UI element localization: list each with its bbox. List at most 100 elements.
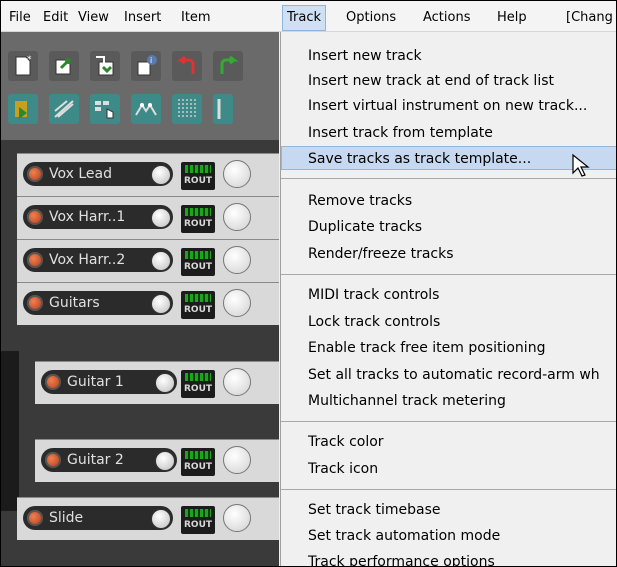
menu-auto-record-arm[interactable]: Set all tracks to automatic record-arm w… [308,365,600,385]
menu-free-item-positioning[interactable]: Enable track free item positioning [308,338,545,358]
track-slide[interactable]: Slide ROUT [17,497,279,540]
menu-track[interactable]: Track [282,5,327,31]
ripple-edit-button[interactable] [49,94,79,124]
menu-track-performance-options[interactable]: Track performance options [308,552,495,566]
record-arm-button[interactable] [27,209,43,225]
track-guitar-1[interactable]: Guitar 1 ROUT [35,361,279,404]
volume-knob[interactable] [151,294,171,314]
redo-button[interactable] [213,51,243,81]
menu-track-color[interactable]: Track color [308,432,384,452]
menu-midi-track-controls[interactable]: MIDI track controls [308,285,439,305]
volume-knob[interactable] [151,251,171,271]
route-button[interactable]: ROUT [181,448,215,476]
menu-multichannel-metering[interactable]: Multichannel track metering [308,391,506,411]
track-guitars[interactable]: Guitars ROUT [17,282,279,325]
menu-changes[interactable]: [Chang [566,8,613,28]
new-project-icon: * [15,55,32,76]
track-vox-harr-2[interactable]: Vox Harr..2 ROUT [17,239,279,282]
track-vox-lead[interactable]: Vox Lead ROUT [17,153,279,196]
record-arm-button[interactable] [27,252,43,268]
menu-separator [281,178,616,179]
volume-knob[interactable] [151,509,171,529]
menu-track-icon[interactable]: Track icon [308,459,378,479]
route-label: ROUT [183,219,213,229]
track-name: Slide [49,510,84,526]
track-name-pill: Slide [23,506,173,530]
pan-knob[interactable] [223,368,251,396]
menu-track-automation-mode[interactable]: Set track automation mode [308,526,500,546]
menu-save-track-template[interactable]: Save tracks as track template... [308,149,531,169]
envelope-lock-icon [95,101,114,119]
menu-view[interactable]: View [78,8,109,28]
track-name-pill: Vox Harr..2 [23,248,173,272]
grid-snap-button[interactable] [8,94,38,124]
record-arm-button[interactable] [27,295,43,311]
route-meter [185,509,211,517]
menu-file[interactable]: File [9,8,31,28]
menu-bar: File Edit View Insert Item Track Options… [1,1,616,32]
grid-button[interactable] [213,94,233,124]
pan-knob[interactable] [223,504,251,532]
record-arm-button[interactable] [45,452,61,468]
grid-snap-icon [15,101,27,119]
open-project-icon [55,58,71,75]
metronome-button[interactable] [172,94,202,124]
menu-edit[interactable]: Edit [43,8,68,28]
menu-render-freeze-tracks[interactable]: Render/freeze tracks [308,244,454,264]
pan-knob[interactable] [223,160,251,188]
track-name-pill: Guitar 1 [41,370,177,394]
project-info-button[interactable]: i [131,51,161,81]
menu-actions[interactable]: Actions [423,8,471,28]
route-button[interactable]: ROUT [181,291,215,319]
pan-knob[interactable] [223,246,251,274]
route-button[interactable]: ROUT [181,370,215,398]
track-vox-harr-1[interactable]: Vox Harr..1 ROUT [17,196,279,239]
record-arm-button[interactable] [27,510,43,526]
save-project-icon [96,56,114,76]
metronome-icon [178,99,196,119]
menu-insert-track-from-template[interactable]: Insert track from template [308,123,493,143]
menu-track-timebase[interactable]: Set track timebase [308,500,441,520]
svg-text:i: i [150,56,152,65]
menu-help[interactable]: Help [497,8,527,28]
new-project-button[interactable]: * [8,51,38,81]
pan-knob[interactable] [223,446,251,474]
menu-insert[interactable]: Insert [124,8,161,28]
track-guitar-2[interactable]: Guitar 2 ROUT [35,439,279,482]
record-arm-button[interactable] [27,166,43,182]
route-button[interactable]: ROUT [181,205,215,233]
volume-knob[interactable] [151,165,171,185]
open-project-button[interactable] [49,51,79,81]
route-button[interactable]: ROUT [181,506,215,534]
save-project-button[interactable] [90,51,120,81]
route-label: ROUT [183,520,213,530]
menu-lock-track-controls[interactable]: Lock track controls [308,312,440,332]
menu-item[interactable]: Item [181,8,211,28]
volume-knob[interactable] [155,451,175,471]
menu-duplicate-tracks[interactable]: Duplicate tracks [308,217,422,237]
menu-insert-track-at-end[interactable]: Insert new track at end of track list [308,71,554,91]
volume-knob[interactable] [155,373,175,393]
undo-button[interactable] [172,51,202,81]
ripple-edit-icon [54,100,74,118]
track-name-pill: Guitar 2 [41,448,177,472]
route-button[interactable]: ROUT [181,162,215,190]
route-meter [185,165,211,173]
pan-knob[interactable] [223,203,251,231]
track-name-pill: Vox Lead [23,162,173,186]
route-button[interactable]: ROUT [181,248,215,276]
menu-remove-tracks[interactable]: Remove tracks [308,191,412,211]
menu-separator [281,489,616,490]
menu-options[interactable]: Options [346,8,396,28]
pan-knob[interactable] [223,289,251,317]
track-name-pill: Guitars [23,291,173,315]
auto-crossfade-button[interactable] [131,94,161,124]
track-name: Guitars [49,295,100,311]
menu-insert-virtual-instrument[interactable]: Insert virtual instrument on new track..… [308,96,587,116]
volume-knob[interactable] [151,208,171,228]
record-arm-button[interactable] [45,374,61,390]
envelope-lock-button[interactable] [90,94,120,124]
menu-insert-new-track[interactable]: Insert new track [308,46,422,66]
redo-icon [220,55,239,74]
svg-text:*: * [27,55,32,65]
